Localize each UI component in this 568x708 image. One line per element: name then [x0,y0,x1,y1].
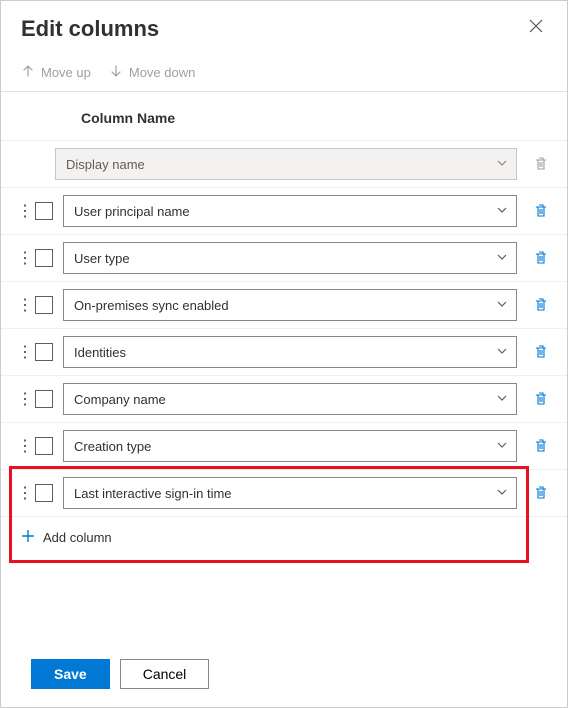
add-column-button[interactable]: Add column [1,516,567,558]
chevron-down-icon [496,486,508,501]
column-select-value: User principal name [74,204,190,219]
row-checkbox[interactable] [35,202,53,220]
delete-column-button[interactable] [527,297,555,313]
delete-column-button[interactable] [527,203,555,219]
add-column-label: Add column [43,530,112,545]
column-select-value: Creation type [74,439,151,454]
row-checkbox[interactable] [35,484,53,502]
delete-column-button [527,156,555,172]
move-down-label: Move down [129,65,195,80]
delete-column-button[interactable] [527,438,555,454]
row-checkbox[interactable] [35,437,53,455]
close-icon[interactable] [525,15,547,42]
column-select[interactable]: Creation type [63,430,517,462]
chevron-down-icon [496,345,508,360]
column-row: ⋮⋮ User type [1,234,567,281]
column-select[interactable]: Company name [63,383,517,415]
column-select-value: Identities [74,345,126,360]
panel-title: Edit columns [21,16,159,42]
chevron-down-icon [496,204,508,219]
column-select[interactable]: User type [63,242,517,274]
chevron-down-icon [496,251,508,266]
chevron-down-icon [496,439,508,454]
column-select-value: On-premises sync enabled [74,298,229,313]
column-row: ⋮⋮ On-premises sync enabled [1,281,567,328]
column-select[interactable]: Identities [63,336,517,368]
plus-icon [21,529,35,546]
column-name-header: Column Name [1,92,567,140]
drag-handle-icon[interactable]: ⋮⋮ [17,389,25,409]
row-checkbox[interactable] [35,343,53,361]
row-checkbox[interactable] [35,296,53,314]
column-list: Display name ⋮⋮ User principal name ⋮⋮ [1,140,567,558]
move-up-label: Move up [41,65,91,80]
move-down-button[interactable]: Move down [109,64,195,81]
column-select-value: Last interactive sign-in time [74,486,232,501]
column-select[interactable]: Last interactive sign-in time [63,477,517,509]
column-row: ⋮⋮ Identities [1,328,567,375]
drag-handle-icon[interactable]: ⋮⋮ [17,248,25,268]
cancel-button[interactable]: Cancel [120,659,210,689]
column-row: ⋮⋮ Last interactive sign-in time [1,469,567,516]
column-row: ⋮⋮ Creation type [1,422,567,469]
column-select-value: User type [74,251,130,266]
arrow-up-icon [21,64,35,81]
drag-handle-icon[interactable]: ⋮⋮ [17,483,25,503]
column-row: ⋮⋮ User principal name [1,187,567,234]
column-select[interactable]: On-premises sync enabled [63,289,517,321]
delete-column-button[interactable] [527,250,555,266]
save-button[interactable]: Save [31,659,110,689]
column-row: ⋮⋮ Company name [1,375,567,422]
delete-column-button[interactable] [527,391,555,407]
chevron-down-icon [496,392,508,407]
delete-column-button[interactable] [527,485,555,501]
drag-handle-icon[interactable]: ⋮⋮ [17,295,25,315]
chevron-down-icon [496,298,508,313]
chevron-down-icon [496,157,508,172]
move-up-button[interactable]: Move up [21,64,91,81]
column-select-locked: Display name [55,148,517,180]
column-select[interactable]: User principal name [63,195,517,227]
column-select-value: Company name [74,392,166,407]
arrow-down-icon [109,64,123,81]
drag-handle-icon[interactable]: ⋮⋮ [17,342,25,362]
row-checkbox[interactable] [35,390,53,408]
row-checkbox[interactable] [35,249,53,267]
drag-handle-icon[interactable]: ⋮⋮ [17,201,25,221]
delete-column-button[interactable] [527,344,555,360]
drag-handle-icon[interactable]: ⋮⋮ [17,436,25,456]
column-select-value: Display name [66,157,145,172]
